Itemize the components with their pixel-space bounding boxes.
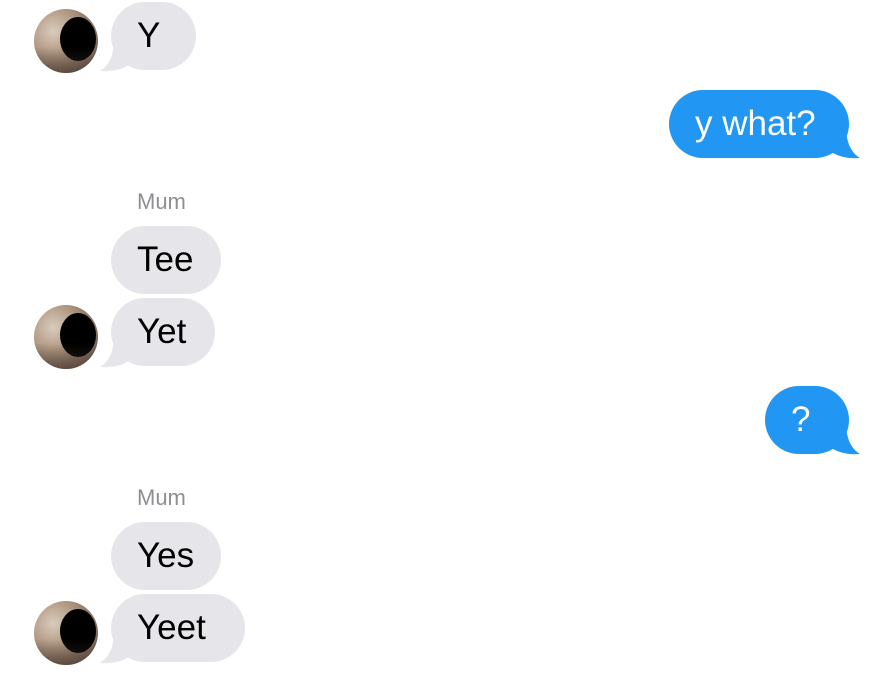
contact-avatar[interactable] [34,601,98,665]
incoming-message-bubble[interactable]: Yeet [111,594,245,662]
incoming-message-bubble[interactable]: Yes [111,522,221,590]
incoming-message-bubble[interactable]: Yet [111,298,215,366]
message-text: Yes [137,536,195,575]
contact-avatar[interactable] [34,305,98,369]
message-text: Tee [137,240,194,279]
sender-name: Mum [137,189,186,214]
message-text: Yeet [137,608,206,647]
message-text: Y [137,16,161,55]
outgoing-message-bubble[interactable]: y what? [669,90,849,158]
message-text: Yet [137,312,187,351]
message-text: y what? [695,104,816,143]
message-text: ? [791,400,811,439]
sender-name: Mum [137,485,186,510]
incoming-message-bubble[interactable]: Tee [111,226,221,294]
contact-avatar[interactable] [34,9,98,73]
outgoing-message-bubble[interactable]: ? [765,386,849,454]
incoming-message-bubble[interactable]: Y [111,2,196,70]
